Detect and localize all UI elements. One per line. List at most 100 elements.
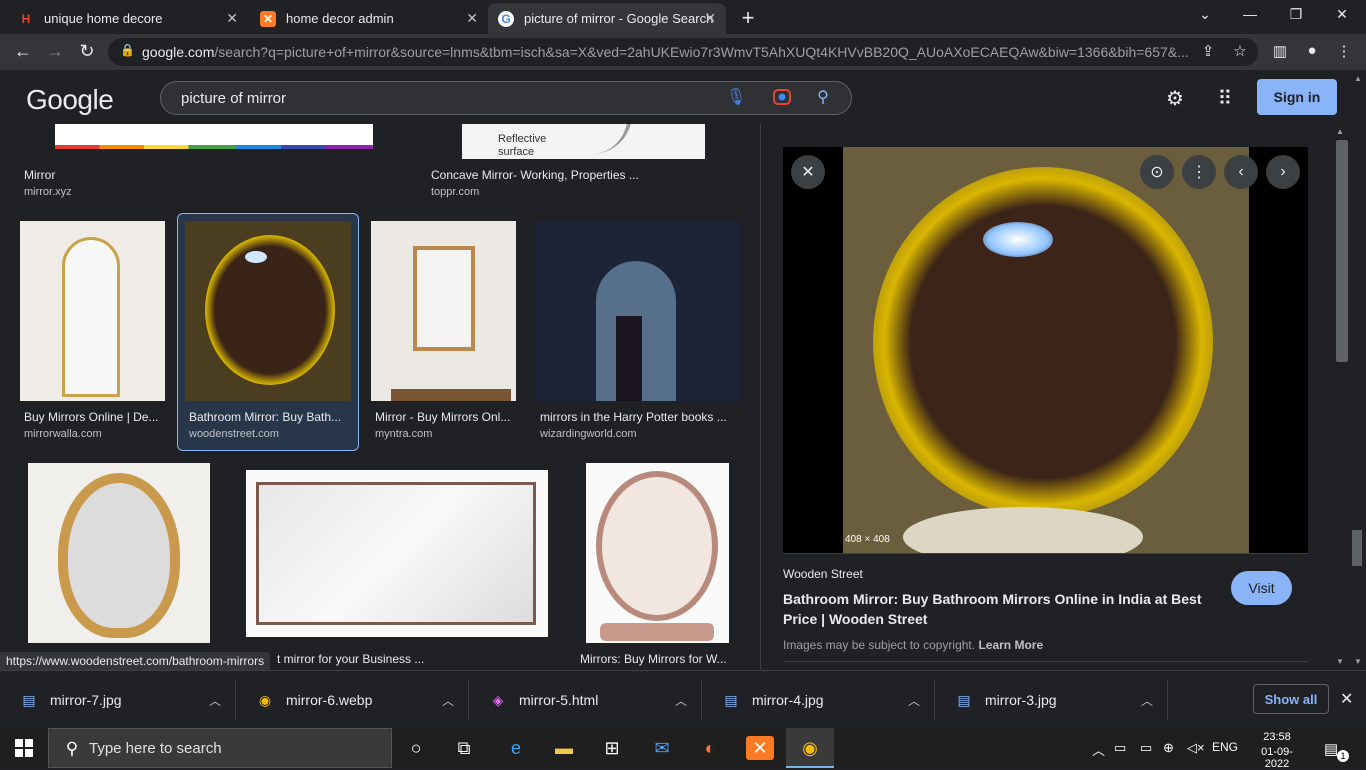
lens-icon: ⊙: [1150, 164, 1164, 181]
close-icon[interactable]: ✕: [226, 10, 238, 27]
reload-icon[interactable]: ↻: [76, 41, 98, 62]
share-icon[interactable]: ⇪: [1198, 42, 1218, 60]
preview-title[interactable]: Bathroom Mirror: Buy Bathroom Mirrors On…: [783, 589, 1213, 629]
store-icon[interactable]: ⊞: [598, 736, 626, 760]
scroll-up-icon[interactable]: ▲: [1336, 127, 1344, 136]
tab-unique-home-decore[interactable]: H unique home decore ✕: [8, 3, 248, 34]
cortana-icon[interactable]: ○: [402, 736, 430, 760]
scroll-up-icon[interactable]: ▲: [1354, 74, 1362, 83]
result-image[interactable]: [371, 221, 516, 401]
side-panel-icon[interactable]: ▥: [1270, 42, 1290, 60]
previous-button[interactable]: ‹: [1224, 155, 1258, 189]
result-caption[interactable]: Mirror: [24, 168, 394, 182]
scrollbar-thumb[interactable]: [1336, 140, 1348, 362]
windows-start-icon[interactable]: [10, 736, 38, 760]
result-image[interactable]: [20, 221, 165, 401]
gear-icon[interactable]: ⚙: [1163, 86, 1187, 111]
download-item[interactable]: ▤ mirror-4.jpg ︿: [702, 680, 935, 720]
search-input[interactable]: picture of mirror: [160, 81, 852, 115]
result-caption[interactable]: Concave Mirror- Working, Properties ...: [431, 168, 731, 182]
preview-image[interactable]: 408 × 408: [783, 147, 1308, 553]
xampp-icon[interactable]: ✕: [746, 736, 774, 760]
menu-dots-icon[interactable]: ⋮: [1334, 42, 1354, 60]
next-button[interactable]: ›: [1266, 155, 1300, 189]
download-item[interactable]: ◉ mirror-6.webp ︿: [236, 680, 469, 720]
result-caption[interactable]: Mirror - Buy Mirrors Onl...: [375, 410, 515, 424]
tray-chevron-icon[interactable]: ︿: [1092, 740, 1105, 759]
chrome-icon[interactable]: ◉: [796, 736, 824, 760]
result-image[interactable]: [536, 221, 739, 401]
lens-search-button[interactable]: ⊙: [1140, 155, 1174, 189]
taskbar-search[interactable]: Type here to search: [48, 728, 392, 768]
chevron-up-icon[interactable]: ︿: [675, 692, 687, 709]
close-download-bar-icon[interactable]: ✕: [1340, 689, 1353, 709]
microphone-icon[interactable]: 🎙: [726, 87, 746, 107]
edge-icon[interactable]: e: [502, 736, 530, 760]
tab-home-decor-admin[interactable]: ✕ home decor admin ✕: [250, 3, 488, 34]
download-item[interactable]: ▤ mirror-3.jpg ︿: [935, 680, 1168, 720]
mail-icon[interactable]: ✉: [648, 736, 676, 760]
file-explorer-icon[interactable]: ▬: [550, 736, 578, 760]
result-caption[interactable]: Bathroom Mirror: Buy Bath...: [189, 410, 349, 424]
window-close-icon[interactable]: ✕: [1332, 6, 1352, 23]
task-view-icon[interactable]: ⧉: [450, 736, 478, 760]
close-icon: ✕: [801, 164, 815, 181]
chevron-up-icon[interactable]: ︿: [1141, 692, 1153, 709]
search-icon[interactable]: ⚲: [813, 87, 833, 107]
tab-search-chevron-icon[interactable]: ⌄: [1195, 6, 1215, 23]
google-logo[interactable]: Google: [26, 84, 114, 116]
download-item[interactable]: ◈ mirror-5.html ︿: [469, 680, 702, 720]
learn-more-link[interactable]: Learn More: [978, 638, 1043, 652]
result-source: wizardingworld.com: [540, 428, 637, 440]
scroll-down-icon[interactable]: ▼: [1354, 657, 1362, 666]
result-caption[interactable]: Buy Mirrors Online | De...: [24, 410, 160, 424]
result-source: woodenstreet.com: [189, 428, 279, 440]
star-icon[interactable]: ☆: [1230, 42, 1250, 60]
volume-muted-icon[interactable]: ◁×: [1187, 740, 1205, 756]
status-url: https://www.woodenstreet.com/bathroom-mi…: [0, 652, 271, 670]
restore-icon[interactable]: ❐: [1286, 6, 1306, 23]
back-arrow-icon[interactable]: ←: [12, 41, 34, 62]
scroll-down-icon[interactable]: ▼: [1336, 657, 1344, 666]
show-all-button[interactable]: Show all: [1253, 684, 1329, 714]
result-image[interactable]: [586, 463, 729, 643]
preview-site-name[interactable]: Wooden Street: [783, 567, 863, 581]
sign-in-button[interactable]: Sign in: [1257, 79, 1337, 115]
battery-icon[interactable]: ▭: [1140, 740, 1152, 756]
address-bar[interactable]: google.com/search?q=picture+of+mirror&so…: [108, 38, 1258, 66]
lock-icon[interactable]: 🔒: [120, 43, 135, 57]
result-image[interactable]: [185, 221, 351, 401]
result-image[interactable]: Reflective surface: [462, 124, 705, 159]
close-icon[interactable]: ✕: [704, 10, 716, 27]
forward-arrow-icon[interactable]: →: [44, 41, 66, 62]
apps-grid-icon[interactable]: ⠿: [1213, 86, 1237, 111]
result-image[interactable]: [28, 463, 210, 643]
lens-icon[interactable]: [772, 87, 792, 112]
profile-icon[interactable]: ●: [1302, 42, 1322, 59]
url-path: /search?q=picture+of+mirror&source=lnms&…: [214, 44, 1189, 60]
close-preview-button[interactable]: ✕: [791, 155, 825, 189]
language-indicator[interactable]: ENG: [1212, 740, 1238, 754]
scrollbar-thumb-secondary[interactable]: [1352, 530, 1362, 566]
battery-alert-icon[interactable]: ▭: [1114, 740, 1126, 756]
download-item[interactable]: ▤ mirror-7.jpg ︿: [0, 680, 236, 720]
result-caption[interactable]: mirrors in the Harry Potter books ...: [540, 410, 738, 424]
network-globe-icon[interactable]: ⊕: [1163, 740, 1174, 756]
chevron-up-icon[interactable]: ︿: [908, 692, 920, 709]
visit-button[interactable]: Visit: [1231, 571, 1292, 605]
new-tab-button[interactable]: +: [736, 5, 760, 31]
minimize-icon[interactable]: —: [1240, 6, 1260, 22]
chevron-up-icon[interactable]: ︿: [442, 692, 454, 709]
more-options-button[interactable]: ⋮: [1182, 155, 1216, 189]
clock[interactable]: 23:58 01-09-2022: [1254, 731, 1300, 770]
result-caption[interactable]: Mirrors: Buy Mirrors for W...: [580, 652, 732, 666]
firefox-icon[interactable]: ◐: [696, 736, 724, 760]
result-image[interactable]: [246, 470, 548, 637]
result-source: myntra.com: [375, 428, 433, 440]
chevron-up-icon[interactable]: ︿: [209, 692, 221, 709]
result-image[interactable]: [55, 124, 373, 149]
result-caption[interactable]: t mirror for your Business ...: [277, 652, 457, 666]
menu-dots-icon: ⋮: [1191, 164, 1207, 181]
close-icon[interactable]: ✕: [466, 10, 478, 27]
tab-google-search[interactable]: G picture of mirror - Google Search ✕: [488, 3, 726, 34]
